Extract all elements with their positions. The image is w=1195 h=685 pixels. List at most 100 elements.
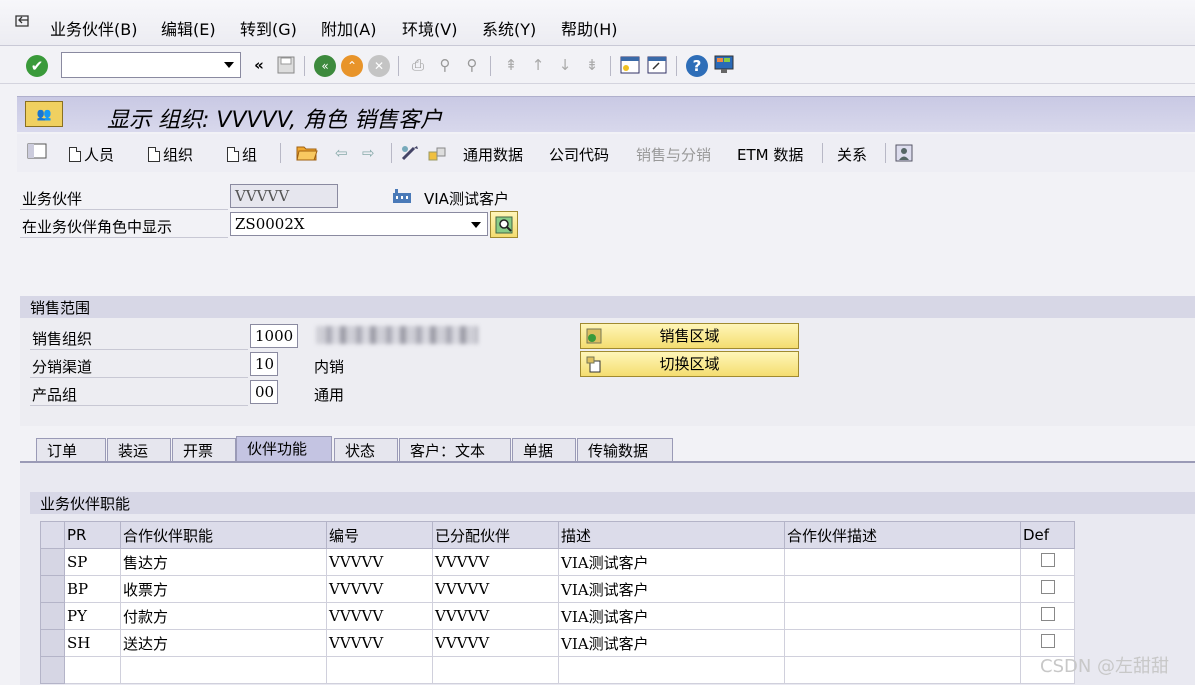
chevron-down-icon[interactable] <box>471 222 481 228</box>
cell-assigned-partner[interactable]: VVVVV <box>432 629 559 657</box>
enter-checkmark-icon[interactable]: ✔ <box>26 55 48 77</box>
select-all-header[interactable] <box>40 521 65 549</box>
general-data-button[interactable]: 通用数据 <box>463 144 523 165</box>
save-icon[interactable] <box>275 54 297 76</box>
row-selector[interactable] <box>40 656 65 684</box>
find-next-icon[interactable]: ⚲ <box>461 54 483 76</box>
default-checkbox[interactable] <box>1040 607 1055 621</box>
cell-partner-function[interactable]: 付款方 <box>120 602 327 630</box>
collapse-command-icon[interactable]: « <box>248 54 270 76</box>
default-checkbox[interactable] <box>1040 634 1055 648</box>
tab-orders[interactable]: 订单 <box>36 438 106 462</box>
cell-number[interactable]: VVVVV <box>326 575 433 603</box>
cell-partner-description[interactable] <box>784 602 1021 630</box>
chevron-down-icon[interactable] <box>224 62 234 68</box>
last-page-icon[interactable]: ⇟ <box>581 54 603 76</box>
relationships-button[interactable]: 关系 <box>837 144 867 165</box>
cell-partner-description[interactable] <box>784 629 1021 657</box>
cell-partner-function[interactable]: 售达方 <box>120 548 327 576</box>
column-header-description[interactable]: 描述 <box>558 521 785 549</box>
find-icon[interactable]: ⚲ <box>434 54 456 76</box>
create-group-button[interactable]: 组 <box>227 144 257 165</box>
cell-assigned-partner[interactable] <box>432 656 559 684</box>
cell-partner-function[interactable]: 收票方 <box>120 575 327 603</box>
next-page-icon[interactable]: ↓ <box>554 54 576 76</box>
division-field[interactable]: 00 <box>250 380 278 404</box>
tab-customer-texts[interactable]: 客户：文本 <box>399 438 511 462</box>
column-header-partner-description[interactable]: 合作伙伴描述 <box>784 521 1021 549</box>
first-page-icon[interactable]: ⇞ <box>500 54 522 76</box>
tab-documents[interactable]: 单据 <box>512 438 576 462</box>
tab-billing[interactable]: 开票 <box>172 438 236 462</box>
column-header-default[interactable]: Def <box>1020 521 1075 549</box>
previous-page-icon[interactable]: ↑ <box>527 54 549 76</box>
sales-distribution-button[interactable]: 销售与分销 <box>636 144 711 165</box>
command-input[interactable] <box>62 53 212 75</box>
cell-number[interactable]: VVVVV <box>326 629 433 657</box>
menu-edit[interactable]: 编辑(E) <box>161 16 216 40</box>
row-selector[interactable] <box>40 629 65 657</box>
cell-partner-description[interactable] <box>784 656 1021 684</box>
menu-help[interactable]: 帮助(H) <box>561 16 618 40</box>
menu-goto[interactable]: 转到(G) <box>240 16 297 40</box>
menu-system[interactable]: 系统(Y) <box>482 16 536 40</box>
column-header-pr[interactable]: PR <box>64 521 121 549</box>
cell-description[interactable]: VIA测试客户 <box>558 548 785 576</box>
create-organization-button[interactable]: 组织 <box>148 144 193 165</box>
column-header-number[interactable]: 编号 <box>326 521 433 549</box>
default-checkbox[interactable] <box>1040 580 1055 594</box>
company-code-button[interactable]: 公司代码 <box>549 144 609 165</box>
forward-arrow-icon[interactable]: ⇨ <box>362 144 375 162</box>
menu-environment[interactable]: 环境(V) <box>402 16 457 40</box>
cell-pr[interactable]: SH <box>64 629 121 657</box>
sales-area-button[interactable]: 销售区域 <box>580 323 799 349</box>
tab-shipping[interactable]: 装运 <box>107 438 171 462</box>
row-selector[interactable] <box>40 602 65 630</box>
cell-pr[interactable] <box>64 656 121 684</box>
row-selector[interactable] <box>40 548 65 576</box>
back-icon[interactable]: « <box>314 55 336 77</box>
mass-change-icon[interactable] <box>427 144 447 166</box>
channel-field[interactable]: 10 <box>250 352 278 376</box>
command-field[interactable] <box>61 52 241 78</box>
system-menu-icon[interactable] <box>14 14 32 30</box>
default-checkbox[interactable] <box>1040 553 1055 567</box>
shortcut-icon[interactable] <box>646 54 668 76</box>
cell-number[interactable]: VVVVV <box>326 602 433 630</box>
open-folder-icon[interactable] <box>296 142 318 166</box>
cell-pr[interactable]: BP <box>64 575 121 603</box>
back-arrow-icon[interactable]: ⇦ <box>335 144 348 162</box>
cell-partner-description[interactable] <box>784 575 1021 603</box>
search-icon[interactable] <box>490 211 518 238</box>
menu-extras[interactable]: 附加(A) <box>321 16 376 40</box>
locator-icon[interactable] <box>27 143 47 163</box>
role-select[interactable]: ZS0002X <box>230 212 488 236</box>
tab-transfer-data[interactable]: 传输数据 <box>577 438 673 462</box>
row-selector[interactable] <box>40 575 65 603</box>
etm-data-button[interactable]: ETM 数据 <box>737 144 803 165</box>
new-session-icon[interactable] <box>619 54 641 76</box>
column-header-partner-function[interactable]: 合作伙伴职能 <box>120 521 327 549</box>
cell-number[interactable] <box>326 656 433 684</box>
column-header-assigned-partner[interactable]: 已分配伙伴 <box>432 521 559 549</box>
menu-business-partner[interactable]: 业务伙伴(B) <box>50 16 137 40</box>
cell-pr[interactable]: SP <box>64 548 121 576</box>
exit-icon[interactable]: ⌃ <box>341 55 363 77</box>
cell-number[interactable]: VVVVV <box>326 548 433 576</box>
partner-overview-icon[interactable] <box>894 144 914 166</box>
cell-assigned-partner[interactable]: VVVVV <box>432 548 559 576</box>
cell-description[interactable]: VIA测试客户 <box>558 575 785 603</box>
cell-description[interactable]: VIA测试客户 <box>558 602 785 630</box>
cell-description[interactable]: VIA测试客户 <box>558 629 785 657</box>
business-partner-icon[interactable]: 👥 <box>25 101 63 127</box>
tab-partner-functions[interactable]: 伙伴功能 <box>236 436 332 462</box>
cell-description[interactable] <box>558 656 785 684</box>
switch-area-button[interactable]: 切换区域 <box>580 351 799 377</box>
cell-assigned-partner[interactable]: VVVVV <box>432 575 559 603</box>
bp-number-field[interactable]: VVVVV <box>230 184 338 208</box>
print-icon[interactable]: ⎙ <box>407 54 429 76</box>
cell-pr[interactable]: PY <box>64 602 121 630</box>
tab-status[interactable]: 状态 <box>334 438 398 462</box>
cell-partner-description[interactable] <box>784 548 1021 576</box>
help-icon[interactable]: ? <box>686 55 708 77</box>
